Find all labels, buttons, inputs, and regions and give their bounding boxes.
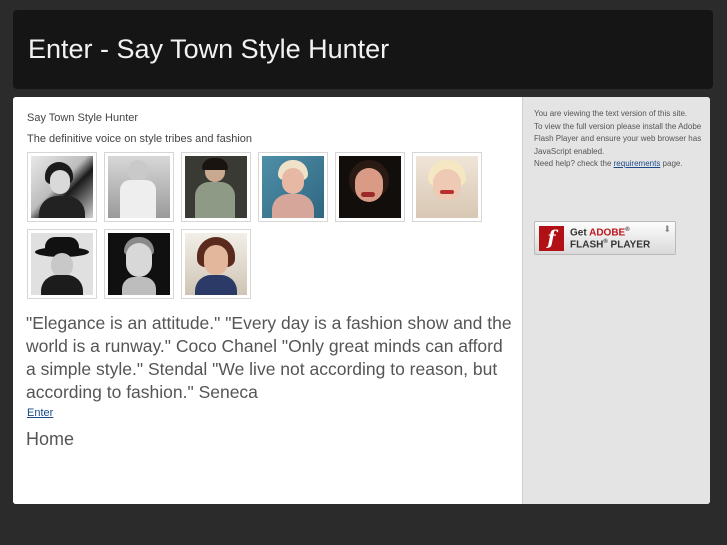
flash-line-1: Get ADOBE® <box>570 227 630 239</box>
photo-image <box>416 156 478 218</box>
photo-image <box>262 156 324 218</box>
get-flash-player-button[interactable]: f Get ADOBE® FLASH® PLAYER ⬇ <box>534 221 676 255</box>
photo-image <box>185 233 247 295</box>
flash-logo-icon: f <box>539 226 564 251</box>
download-arrow-icon: ⬇ <box>663 224 671 234</box>
gallery-thumb-6[interactable] <box>412 152 482 222</box>
photo-image <box>31 233 93 295</box>
photo-image <box>108 233 170 295</box>
help-suffix: page. <box>662 159 683 168</box>
gallery-thumb-1[interactable] <box>27 152 97 222</box>
flash-notice: You are viewing the text version of this… <box>534 108 704 171</box>
notice-line-2: To view the full version please install … <box>534 121 702 156</box>
gallery-thumb-7[interactable] <box>27 229 97 299</box>
site-header: Enter - Say Town Style Hunter <box>13 10 713 89</box>
gallery-thumb-8[interactable] <box>104 229 174 299</box>
gallery-thumb-5[interactable] <box>335 152 405 222</box>
tagline: The definitive voice on style tribes and… <box>27 133 253 145</box>
help-line: Need help? check the requirements page. <box>534 158 704 171</box>
flash-get-text: Get <box>570 227 587 239</box>
site-name: Say Town Style Hunter <box>27 112 139 124</box>
photo-image <box>185 156 247 218</box>
flash-line-2: FLASH® PLAYER <box>570 239 651 251</box>
gallery-thumb-2[interactable] <box>104 152 174 222</box>
content-panel: Say Town Style Hunter The definitive voi… <box>13 97 710 504</box>
gallery-thumb-4[interactable] <box>258 152 328 222</box>
main-column: Say Town Style Hunter The definitive voi… <box>13 97 522 504</box>
flash-player-text-2: PLAYER <box>610 239 651 251</box>
gallery-thumb-3[interactable] <box>181 152 251 222</box>
flash-player-text: FLASH <box>570 239 604 251</box>
notice-line-1: You are viewing the text version of this… <box>534 109 688 118</box>
fashion-quote: "Elegance is an attitude." "Every day is… <box>26 313 512 402</box>
home-heading: Home <box>26 429 75 449</box>
enter-link[interactable]: Enter <box>27 407 53 419</box>
photo-image <box>339 156 401 218</box>
gallery-thumb-9[interactable] <box>181 229 251 299</box>
photo-image <box>31 156 93 218</box>
requirements-link[interactable]: requirements <box>614 159 661 168</box>
page-title: Enter - Say Town Style Hunter <box>28 34 390 64</box>
sidebar: You are viewing the text version of this… <box>522 97 710 504</box>
flash-adobe-text: ADOBE <box>589 227 626 239</box>
photo-image <box>108 156 170 218</box>
help-prefix: Need help? check the <box>534 159 612 168</box>
